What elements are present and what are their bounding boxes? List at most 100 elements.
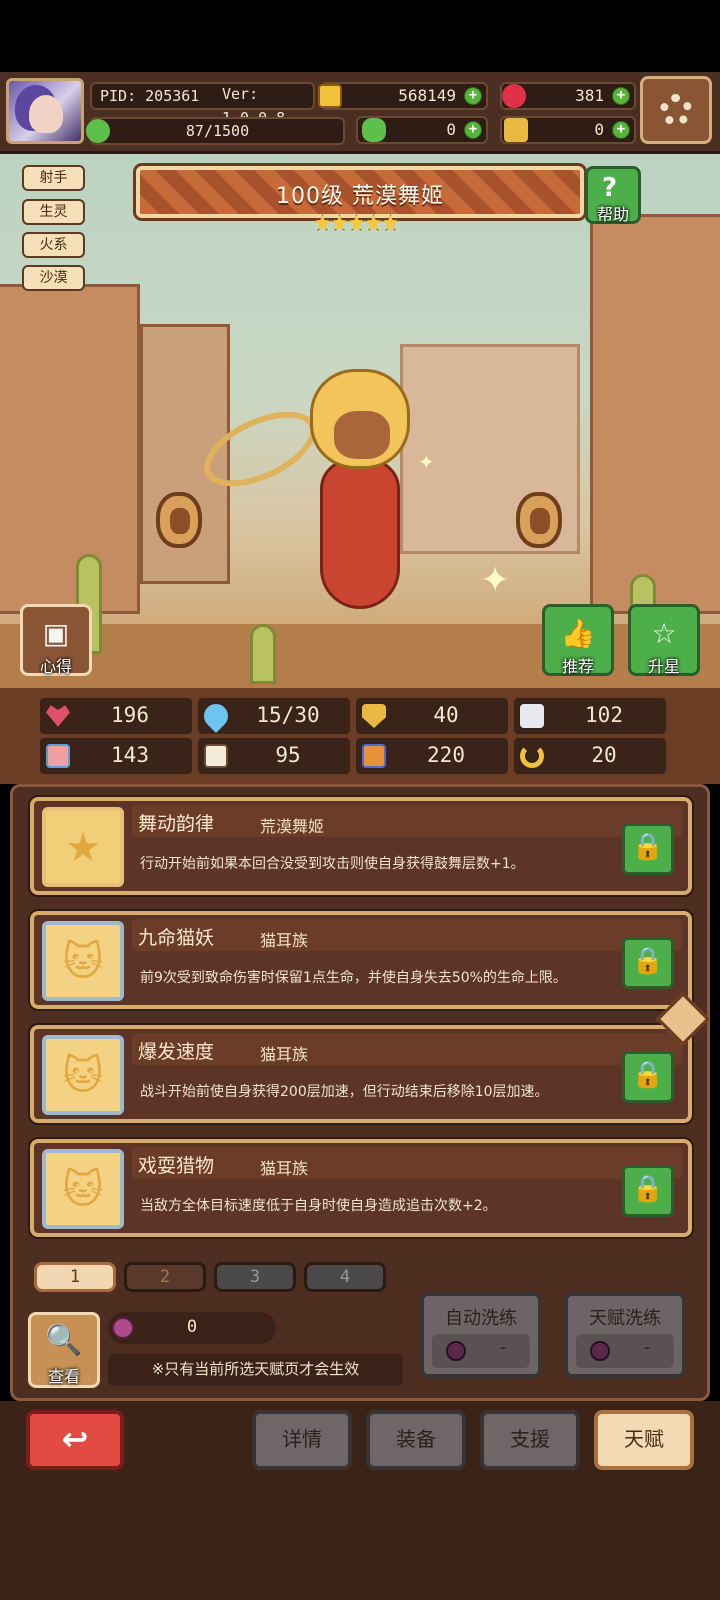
talent-card[interactable]: ★ 舞动韵律 荒漠舞姬 行动开始前如果本回合没受到攻击则使自身获得鼓舞层数+1。… [28,795,694,897]
lock-icon: 🔒 [631,946,665,976]
energy-counter: 87/1500 [90,117,345,145]
lock-button[interactable]: 🔒 [622,1165,674,1217]
back-button[interactable]: ↩ [26,1410,124,1470]
player-avatar[interactable] [6,78,84,144]
recommend-button[interactable]: 👍 推荐 [542,604,614,676]
star-rating [314,214,406,236]
star-icon [314,214,331,231]
item-value: 0 [594,120,604,139]
talent-icon-box: ★ [42,807,124,887]
tag-creature[interactable]: 生灵 [22,199,85,225]
view-button[interactable]: 🔍 查看 [28,1312,100,1388]
wing-icon [520,704,544,728]
hero-sprite [192,349,480,669]
settings-button[interactable] [640,76,712,144]
lock-button[interactable]: 🔒 [622,823,674,875]
talent-card[interactable]: 🐱 爆发速度 猫耳族 战斗开始前使自身获得200层加速，但行动结束后移除10层加… [28,1023,694,1125]
xinde-label: 心得 [39,657,72,676]
hero-title-banner: 100级 荒漠舞姬 [133,163,587,221]
talent-name: 舞动韵律 [138,813,215,835]
energy-clover-icon [86,119,110,143]
star-icon [382,214,399,231]
talent-page-note: ※只有当前所选天赋页才会生效 [108,1354,403,1386]
talent-card[interactable]: 🐱 戏耍猎物 猫耳族 当敌方全体目标速度低于自身时使自身造成追击次数+2。 🔒 [28,1137,694,1239]
talent-card[interactable]: 🐱 九命猫妖 猫耳族 前9次受到致命伤害时保留1点生命，并使自身失去50%的生命… [28,909,694,1011]
cat-face-icon: 🐱 [62,939,104,985]
horseshoe-icon [520,744,544,768]
recommend-label: 推荐 [561,657,594,676]
add-gold-button[interactable]: + [464,87,482,105]
talent-wash-button[interactable]: 天赋洗练 - [564,1292,686,1378]
talent-page-tab-3[interactable]: 3 [214,1262,296,1292]
stat-attack: 143 [40,738,192,774]
back-arrow-icon: ↩ [61,1420,89,1458]
xinde-button[interactable]: ▣ 心得 [20,604,92,676]
upgrade-star-button[interactable]: ☆ 升星 [628,604,700,676]
add-gem-button[interactable]: + [612,87,630,105]
talent-desc: 战斗开始前使自身获得200层加速，但行动结束后移除10层加速。 [140,1084,549,1100]
tag-archer[interactable]: 射手 [22,165,85,191]
talent-icon-box: 🐱 [42,1149,124,1229]
stat-value: 143 [111,743,149,767]
stat-value: 15/30 [256,703,320,727]
thumbs-up-icon: 👍 [560,617,596,650]
stats-panel: 196 15/30 40 102 143 95 220 20 [0,688,720,784]
talent-race: 猫耳族 [260,931,309,950]
stat-hp: 196 [40,698,192,734]
help-label: 帮助 [596,205,629,224]
talent-page-tab-1[interactable]: 1 [34,1262,116,1292]
stat-value: 220 [427,743,465,767]
heart-icon [46,705,70,727]
talent-page-tab-2[interactable]: 2 [124,1262,206,1292]
cat-face-icon: 🐱 [62,1167,104,1213]
gear-icon [660,94,692,126]
lock-button[interactable]: 🔒 [622,1051,674,1103]
talent-desc: 行动开始前如果本回合没受到攻击则使自身获得鼓舞层数+1。 [140,856,525,872]
talent-wash-label: 天赋洗练 [589,1308,661,1329]
star-icon [331,214,348,231]
lock-button[interactable]: 🔒 [622,937,674,989]
clover-icon [362,118,386,142]
gold-value: 568149 [398,86,456,105]
nav-support[interactable]: 支援 [480,1410,580,1470]
auto-wash-value: - [499,1337,507,1358]
talent-icon-box: 🐱 [42,921,124,1001]
question-icon: ? [602,173,618,203]
stat-value: 40 [433,703,459,727]
nav-talent[interactable]: 天赋 [594,1410,694,1470]
talent-wash-cost: - [576,1334,674,1368]
tag-desert[interactable]: 沙漠 [22,265,85,291]
talent-name: 九命猫妖 [138,927,215,949]
nav-equipment[interactable]: 装备 [366,1410,466,1470]
red-gem-icon [502,84,526,108]
hero-face [334,411,390,459]
help-button[interactable]: ? 帮助 [585,166,641,224]
fist-icon [46,744,70,768]
star-icon [348,214,365,231]
boot-icon [362,744,386,768]
stat-value: 196 [111,703,149,727]
talent-race: 荒漠舞姬 [260,817,325,836]
stat-defense: 40 [356,698,508,734]
hero-body [320,459,400,609]
gold-counter: 568149 + [320,82,488,110]
auto-wash-button[interactable]: 自动洗练 - [420,1292,542,1378]
talent-header [132,1147,682,1179]
floating-charm [516,492,562,548]
fruit-icon [446,1341,466,1361]
rock-right [590,214,720,614]
talent-page-tab-4[interactable]: 4 [304,1262,386,1292]
tag-fire[interactable]: 火系 [22,232,85,258]
nav-details[interactable]: 详情 [252,1410,352,1470]
version-label: Ver: 1.0.0.8 [222,85,285,127]
sparkle-icon: ✦ [418,450,435,474]
talent-race: 猫耳族 [260,1159,309,1178]
lock-icon: 🔒 [631,832,665,862]
add-item-button[interactable]: + [612,121,630,139]
talent-desc: 前9次受到致命伤害时保留1点生命，并使自身失去50%的生命上限。 [140,970,567,986]
shield-icon [362,704,386,728]
add-clover-button[interactable]: + [464,121,482,139]
star-icon: ★ [65,825,101,871]
talent-race: 猫耳族 [260,1045,309,1064]
notebook-icon: ▣ [42,617,70,650]
